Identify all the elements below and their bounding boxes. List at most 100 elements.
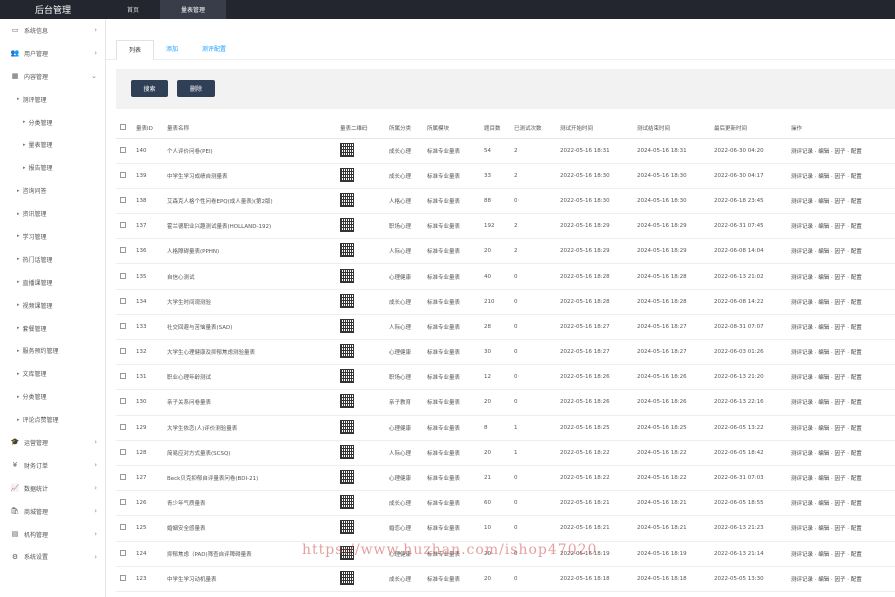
nav-tab-home[interactable]: 首页 [106,0,160,19]
row-actions[interactable]: 测评记录 · 编辑 · 因子 · 配置 [787,138,895,164]
row-checkbox[interactable] [120,448,126,455]
qrcode-image[interactable] [340,192,354,207]
sidebar-item-label: 系统信息 [24,27,49,35]
chevron-icon: › [94,507,97,516]
cell-category: 人际心理 [385,314,423,341]
sidebar-item[interactable]: ▸ 测评管理 [0,88,105,111]
row-actions[interactable]: 测评记录 · 编辑 · 因子 · 配置 [787,188,895,215]
sidebar-item[interactable]: ▸ 套餐管理 [0,317,105,340]
sidebar-item[interactable]: ▸ 分类管理 [0,111,105,134]
sidebar-item[interactable]: ⚙ 系统设置 › [0,545,105,568]
row-actions[interactable]: 测评记录 · 编辑 · 因子 · 配置 [787,213,895,240]
cell-name: 霍兰德职业兴趣测试量表(HOLLAND-192) [163,213,336,240]
row-actions[interactable]: 测评记录 · 编辑 · 因子 · 配置 [787,415,895,441]
qrcode-image[interactable] [340,318,354,333]
qrcode-image[interactable] [340,545,354,560]
row-actions[interactable]: 测评记录 · 编辑 · 因子 · 配置 [787,289,895,315]
row-checkbox[interactable] [120,297,126,304]
row-checkbox[interactable] [120,373,126,380]
cell-category: 职场心理 [385,364,423,391]
sidebar-item[interactable]: ▤ 机构管理 › [0,523,105,546]
row-checkbox[interactable] [120,499,126,506]
bullet-icon: ▸ [17,256,20,263]
cell-questions: 88 [480,188,510,215]
row-checkbox[interactable] [120,574,126,581]
qrcode-image[interactable] [340,344,354,359]
row-checkbox[interactable] [120,272,126,279]
col-header-actions: 操作 [787,118,895,139]
sidebar-item[interactable]: 🎓 运营管理 › [0,431,105,454]
row-checkbox[interactable] [120,247,126,254]
sidebar-item[interactable]: ¥ 财务订单 › [0,454,105,477]
sidebar-item[interactable]: ▸ 量表管理 [0,133,105,156]
sidebar-item[interactable]: 📈 数据统计 › [0,477,105,500]
select-all-checkbox[interactable] [120,123,126,130]
row-actions[interactable]: 测评记录 · 编辑 · 因子 · 配置 [787,515,895,542]
sidebar-item[interactable]: ▭ 系统信息 › [0,19,105,42]
col-header-category: 所属分类 [385,118,423,139]
row-actions[interactable]: 测评记录 · 编辑 · 因子 · 配置 [787,339,895,366]
row-checkbox[interactable] [120,474,126,481]
row-actions[interactable]: 测评记录 · 编辑 · 因子 · 配置 [787,163,895,189]
row-actions[interactable]: 测评记录 · 编辑 · 因子 · 配置 [787,389,895,416]
tab-list[interactable]: 列表 [116,40,155,60]
row-checkbox[interactable] [120,222,126,229]
qrcode-image[interactable] [340,369,354,384]
qrcode-image[interactable] [340,470,354,485]
qrcode-image[interactable] [340,419,354,434]
qrcode-image[interactable] [340,293,354,308]
tab-add[interactable]: 添加 [154,44,190,59]
qrcode-image[interactable] [340,218,354,233]
sidebar-item[interactable]: ▸ 直播课管理 [0,271,105,294]
row-checkbox[interactable] [120,398,126,405]
row-actions[interactable]: 测评记录 · 编辑 · 因子 · 配置 [787,465,895,492]
search-button[interactable]: 搜索 [131,80,168,97]
delete-button[interactable]: 删除 [177,80,215,97]
row-actions[interactable]: 测评记录 · 编辑 · 因子 · 配置 [787,364,895,391]
sidebar-item[interactable]: ▸ 分类管理 [0,385,105,408]
sidebar-item[interactable]: 👥 用户管理 › [0,42,105,65]
sidebar-item[interactable]: ▸ 学习管理 [0,225,105,248]
row-checkbox[interactable] [120,196,126,203]
sidebar-item[interactable]: ▸ 文库管理 [0,362,105,385]
sidebar-item-label: 视频课管理 [22,302,53,310]
row-actions[interactable]: 测评记录 · 编辑 · 因子 · 配置 [787,541,895,567]
sidebar-item[interactable]: ▸ 热门话管理 [0,248,105,271]
cell-start: 2022-05-16 18:26 [556,389,633,416]
qrcode-image[interactable] [340,570,354,585]
row-checkbox[interactable] [120,146,126,153]
qrcode-image[interactable] [340,268,354,283]
sidebar-item[interactable]: ▸ 评论点赞管理 [0,408,105,431]
row-checkbox[interactable] [120,524,126,531]
sidebar-item[interactable]: ▸ 资讯管理 [0,202,105,225]
row-checkbox[interactable] [120,348,126,355]
row-actions[interactable]: 测评记录 · 编辑 · 因子 · 配置 [787,490,895,517]
nav-tab-scale-management[interactable]: 量表管理 [160,0,227,19]
qrcode-image[interactable] [340,243,354,258]
cell-end: 2024-05-16 18:30 [633,163,710,189]
qrcode-image[interactable] [340,495,354,510]
table-row: 132 大学生心理健康及抑郁焦虑测验量表 心理健康 标准专业量表 30 0 2022-05-… [116,339,895,366]
qrcode-image[interactable] [340,444,354,459]
row-actions[interactable]: 测评记录 · 编辑 · 因子 · 配置 [787,238,895,265]
tab-test-config[interactable]: 测评配置 [190,44,238,59]
row-checkbox[interactable] [120,171,126,178]
row-checkbox[interactable] [120,549,126,556]
sidebar-item[interactable]: ▸ 服务预约管理 [0,339,105,362]
sidebar-item[interactable]: ▸ 视频课管理 [0,294,105,317]
sidebar-item[interactable]: ▸ 报告管理 [0,156,105,179]
sidebar-item-label: 分类管理 [28,119,53,127]
sidebar-item[interactable]: ▸ 咨询问答 [0,179,105,202]
qrcode-image[interactable] [340,394,354,409]
qrcode-image[interactable] [340,520,354,535]
row-checkbox[interactable] [120,423,126,430]
row-actions[interactable]: 测评记录 · 编辑 · 因子 · 配置 [787,566,895,592]
row-actions[interactable]: 测评记录 · 编辑 · 因子 · 配置 [787,314,895,341]
row-actions[interactable]: 测评记录 · 编辑 · 因子 · 配置 [787,440,895,466]
qrcode-image[interactable] [340,142,354,157]
row-actions[interactable]: 测评记录 · 编辑 · 因子 · 配置 [787,263,895,290]
sidebar-item[interactable]: ▦ 内容管理 ⌄ [0,65,105,88]
row-checkbox[interactable] [120,322,126,329]
sidebar-item[interactable]: 🛍 商城管理 › [0,500,105,523]
qrcode-image[interactable] [340,167,354,182]
